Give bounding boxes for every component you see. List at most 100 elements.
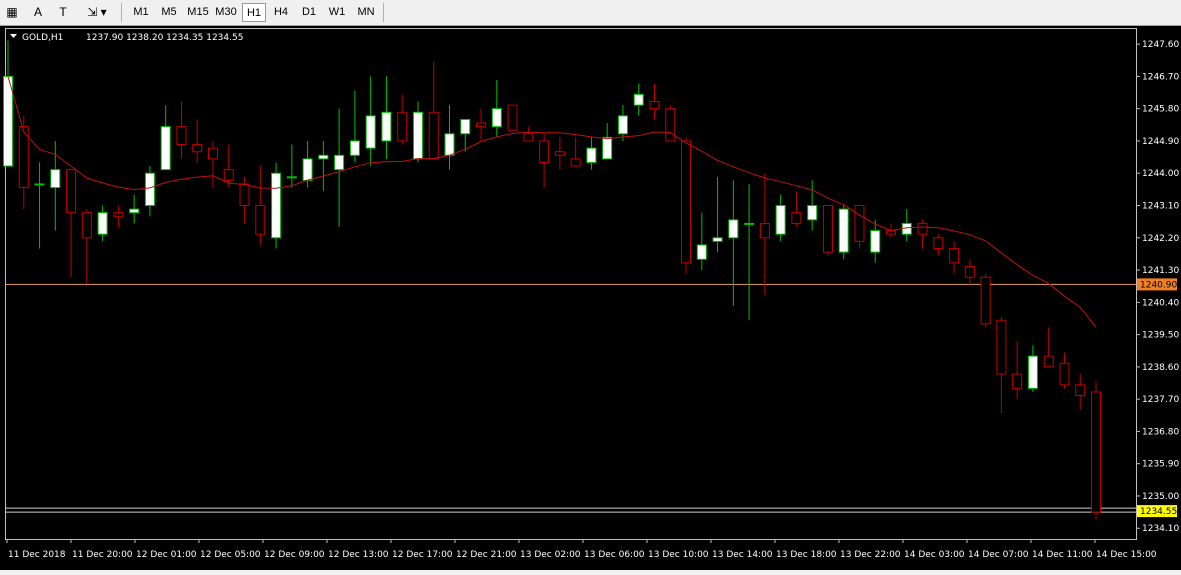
candle-body [696,244,707,260]
candle-body [744,222,755,225]
timeframe-button-mn[interactable]: MN [352,3,380,22]
candle-body [933,237,944,250]
candle-body [397,111,408,142]
candle-body [349,140,360,156]
time-tick-label: 14 Dec 15:00 [1096,550,1157,560]
candle-body [949,248,960,264]
toolbar-separator [121,3,122,22]
horizontal-line-label: 1240.90 [1140,280,1177,290]
timeframe-button-m15[interactable]: M15 [184,3,212,22]
candle-body [1012,373,1023,389]
time-tick-label: 14 Dec 03:00 [904,550,965,560]
timeframe-button-h4[interactable]: H4 [268,3,294,22]
text-tool-icon[interactable]: A [27,3,49,22]
time-tick-label: 12 Dec 21:00 [456,550,517,560]
chart-ohlc: 1237.90 1238.20 1234.35 1234.55 [86,33,243,43]
candle-body [239,183,250,207]
candle-body [412,111,423,160]
candle-body [570,158,581,167]
candle [507,104,518,131]
timeframe-button-m5[interactable]: M5 [156,3,182,22]
price-tick-label: 1235.00 [1142,492,1179,502]
candle-body [50,169,61,189]
price-tick-label: 1237.70 [1142,395,1179,405]
time-tick-label: 13 Dec 10:00 [648,550,709,560]
time-tick-label: 12 Dec 13:00 [328,550,389,560]
candle-body [964,265,975,278]
arrows-shapes-icon[interactable]: ⇲ ▾ [80,3,114,22]
time-tick-label: 11 Dec 20:00 [72,550,133,560]
candle-body [66,169,77,214]
candle-body [854,205,865,242]
price-tick-label: 1242.20 [1142,234,1179,244]
candle-body [507,104,518,131]
candle-body [681,140,692,264]
candle-body [255,205,266,235]
candle [980,273,991,328]
candle-body [271,172,282,239]
candle-body [665,108,676,142]
price-tick-label: 1234.10 [1142,524,1179,534]
price-tick-label: 1238.60 [1142,363,1179,373]
price-tick-label: 1245.80 [1142,105,1179,115]
chart-canvas[interactable]: 1247.60 1246.70 1245.80 1244.90 1244.00 1243.… [0,26,1181,570]
candle-body [712,237,723,242]
time-tick-label: 14 Dec 11:00 [1032,550,1093,560]
time-tick-label: 12 Dec 09:00 [264,550,325,560]
price-tick-label: 1244.90 [1142,137,1179,147]
candle-body [822,205,833,253]
candle-body [807,205,818,221]
candle-body [1075,384,1086,397]
price-tick-label: 1243.10 [1142,202,1179,212]
timeframe-toolbar: ▦ A T ⇲ ▾ M1 M5 M15 M30 H1 H4 D1 W1 MN [0,0,1181,26]
crosshair-grid-icon[interactable]: ▦ [2,3,22,22]
price-tick-label: 1246.70 [1142,72,1179,82]
candle-body [617,115,628,135]
candle-body [870,230,881,253]
candle-body [3,75,13,167]
candle-body [34,183,45,186]
candle-body [996,319,1007,375]
current-price-label: 1234.55 [1140,507,1177,517]
price-chart[interactable]: 1247.60 1246.70 1245.80 1244.90 1244.00 1243.… [0,26,1181,570]
time-tick-label: 13 Dec 22:00 [840,550,901,560]
candle [665,105,676,142]
candle-body [980,276,991,325]
time-tick-label: 14 Dec 07:00 [968,550,1029,560]
candle-body [491,108,502,128]
timeframe-button-h1[interactable]: H1 [242,3,266,22]
candle [838,205,849,260]
timeframe-button-w1[interactable]: W1 [324,3,350,22]
candle-body [302,158,313,181]
candle-body [633,93,644,106]
candle [271,162,282,249]
candle-body [286,176,297,179]
timeframe-button-m1[interactable]: M1 [128,3,154,22]
candle-body [207,147,218,160]
candle-body [97,212,108,235]
candle-body [759,222,770,239]
candle-body [176,126,187,146]
candle-body [791,212,802,224]
candle-body [586,147,597,163]
text-label-icon[interactable]: T [52,3,74,22]
candle-body [160,126,171,171]
time-tick-label: 13 Dec 18:00 [776,550,837,560]
candle-body [144,172,155,207]
candle-body [476,122,487,128]
timeframe-button-d1[interactable]: D1 [296,3,322,22]
candle-body [113,212,124,217]
candle-body [1059,362,1070,386]
time-tick-label: 13 Dec 06:00 [584,550,645,560]
candle-body [602,136,613,160]
candle-body [334,154,345,171]
price-tick-label: 1239.50 [1142,331,1179,341]
candle-body [223,169,234,181]
candle-body [192,144,203,153]
candle-body [444,133,455,156]
time-tick-label: 13 Dec 14:00 [712,550,773,560]
timeframe-button-m30[interactable]: M30 [212,3,240,22]
candle-body [728,219,739,239]
time-tick-label: 12 Dec 05:00 [200,550,261,560]
price-tick-label: 1236.80 [1142,427,1179,437]
